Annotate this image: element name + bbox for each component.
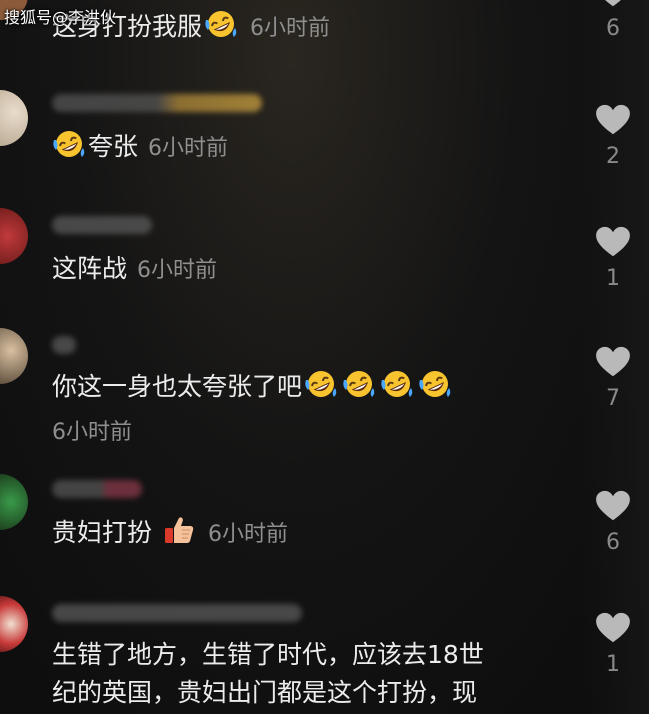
watermark: 搜狐号@李洪伙 (4, 8, 117, 27)
rofl-emoji-icon (204, 8, 238, 40)
avatar[interactable] (0, 474, 28, 530)
username-blurred (52, 94, 262, 112)
comment-time: 6小时前 (52, 420, 132, 445)
username-blurred (52, 480, 142, 498)
like-count: 1 (606, 652, 620, 677)
like-count: 7 (606, 386, 620, 411)
rofl-emoji-icon (380, 368, 414, 400)
heart-icon (595, 346, 631, 378)
username-blurred (52, 216, 152, 234)
heart-icon (595, 612, 631, 644)
rofl-emoji-icon (52, 128, 86, 160)
heart-icon (595, 226, 631, 258)
comment-text: 夸张 6小时前 (52, 128, 228, 168)
rofl-emoji-icon (418, 368, 452, 400)
comment-time: 6小时前 (137, 258, 218, 283)
heart-icon (595, 104, 631, 136)
comment-text: 你这一身也太夸张了吧 (52, 368, 454, 406)
comment-time: 6小时前 (250, 16, 331, 41)
heart-icon (595, 490, 631, 522)
avatar[interactable] (0, 596, 28, 652)
like-button[interactable]: 6 (592, 490, 634, 555)
username-blurred (52, 604, 302, 622)
comment-time: 6小时前 (208, 522, 289, 547)
comment-text-line: 纪的英国，贵妇出门都是这个打扮，现 (52, 678, 478, 707)
like-button[interactable]: 6 (592, 0, 634, 41)
comment-text: 这阵战 6小时前 (52, 254, 218, 283)
like-button[interactable]: 2 (592, 104, 634, 169)
like-button[interactable]: 1 (592, 612, 634, 677)
comment-text: 贵妇打扮 6小时前 (52, 514, 288, 554)
like-count: 2 (606, 144, 620, 169)
rofl-emoji-icon (342, 368, 376, 400)
like-button[interactable]: 7 (592, 346, 634, 411)
heart-icon (595, 0, 631, 8)
avatar[interactable] (0, 208, 28, 264)
comment-time: 6小时前 (148, 136, 229, 161)
like-button[interactable]: 1 (592, 226, 634, 291)
rofl-emoji-icon (304, 368, 338, 400)
comment-text-line: 生错了地方，生错了时代，应该去18世 (52, 640, 484, 669)
like-count: 6 (606, 16, 620, 41)
avatar[interactable] (0, 328, 28, 384)
thumbs-up-emoji-icon (162, 514, 196, 546)
like-count: 6 (606, 530, 620, 555)
username-blurred (52, 336, 76, 354)
avatar[interactable] (0, 90, 28, 146)
like-count: 1 (606, 266, 620, 291)
